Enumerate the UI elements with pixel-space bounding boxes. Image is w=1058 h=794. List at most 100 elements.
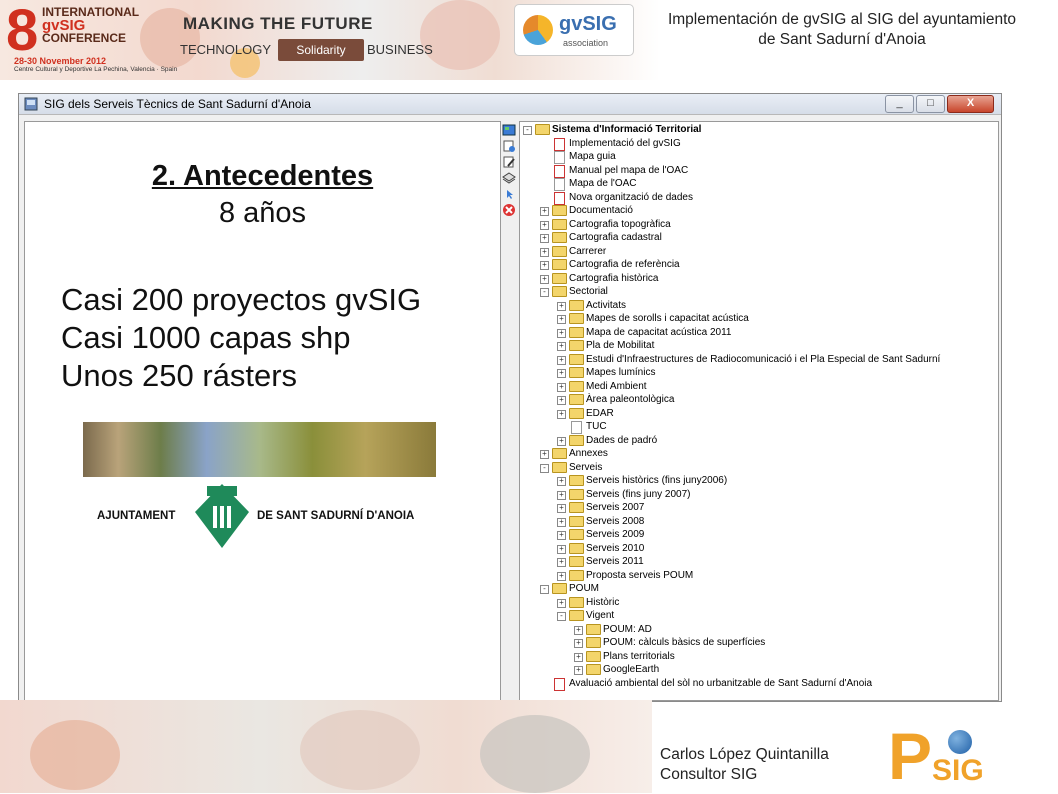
expand-icon[interactable]: + xyxy=(557,598,566,608)
folder-icon xyxy=(586,637,601,648)
map-view-icon[interactable] xyxy=(502,123,516,137)
expand-icon[interactable]: + xyxy=(557,490,566,500)
add-layer-icon[interactable] xyxy=(502,139,516,153)
psig-logo-sig: SIG xyxy=(932,754,984,787)
document-icon xyxy=(554,677,565,691)
tree-item-label: Nova organització de dades xyxy=(569,191,693,203)
expand-icon[interactable]: + xyxy=(540,274,549,284)
expand-icon[interactable]: + xyxy=(574,652,583,662)
folder-icon xyxy=(569,542,584,554)
expand-icon[interactable]: + xyxy=(540,234,549,243)
tree-item-label: Serveis xyxy=(569,461,603,473)
conference-number: 8 xyxy=(6,0,39,63)
collapse-icon[interactable]: - xyxy=(557,612,566,621)
minimize-button[interactable]: _ xyxy=(885,95,914,113)
folder-icon xyxy=(569,340,584,351)
expand-icon[interactable]: + xyxy=(557,328,566,338)
folder-icon xyxy=(569,475,584,486)
slide-title: Implementación de gvSIG al SIG del ayunt… xyxy=(667,11,1017,48)
expand-icon[interactable]: + xyxy=(540,220,549,230)
tree-item-label: Proposta serveis POUM xyxy=(586,569,694,581)
tree-item-label: Cartografia històrica xyxy=(569,272,659,284)
expand-icon[interactable]: + xyxy=(574,666,583,675)
expand-icon[interactable]: + xyxy=(557,409,566,419)
folder-icon xyxy=(569,380,584,392)
maximize-button[interactable]: □ xyxy=(916,95,945,113)
expand-icon[interactable]: + xyxy=(557,477,566,486)
collapse-icon[interactable]: - xyxy=(540,463,549,473)
expand-icon[interactable]: + xyxy=(557,558,566,567)
tree-item-label: Sistema d'Informació Territorial xyxy=(552,124,702,135)
expand-icon[interactable]: + xyxy=(557,571,566,581)
window-titlebar[interactable]: SIG dels Serveis Tècnics de Sant Sadurní… xyxy=(19,94,1001,115)
conference-venue: Centre Cultural y Deportive La Pechina, … xyxy=(14,66,178,73)
layers-stack-icon[interactable] xyxy=(502,171,516,185)
expand-icon[interactable]: + xyxy=(557,531,566,540)
folder-icon xyxy=(569,434,584,446)
tree-item-label: EDAR xyxy=(586,407,614,419)
author-block: Carlos López Quintanilla Consultor SIG xyxy=(660,745,829,785)
expand-icon[interactable]: + xyxy=(557,355,566,365)
folder-icon xyxy=(569,529,584,540)
expand-icon[interactable]: + xyxy=(557,517,566,527)
expand-icon[interactable]: + xyxy=(557,436,566,446)
tree-item-label: Cartografia de referència xyxy=(569,259,680,270)
expand-icon[interactable]: + xyxy=(557,315,566,324)
folder-icon xyxy=(569,556,584,567)
expand-icon[interactable]: + xyxy=(557,396,566,405)
close-button[interactable]: X xyxy=(947,95,994,113)
pointer-icon[interactable] xyxy=(502,187,516,201)
tree-item-label: Pla de Mobilitat xyxy=(586,340,655,351)
expand-icon[interactable]: + xyxy=(557,382,566,392)
collapse-icon[interactable]: - xyxy=(540,288,549,297)
folder-icon xyxy=(569,515,584,527)
expand-icon[interactable]: + xyxy=(557,342,566,351)
tree-item-label: Sectorial xyxy=(569,286,608,297)
remove-layer-icon[interactable] xyxy=(502,203,516,217)
folder-icon xyxy=(552,232,567,243)
expand-icon[interactable]: + xyxy=(540,207,549,216)
stat-line: Casi 1000 capas shp xyxy=(61,320,351,355)
document-icon xyxy=(554,151,565,164)
tree-item-label: Annexes xyxy=(569,448,608,459)
expand-icon[interactable]: + xyxy=(557,369,566,378)
expand-icon[interactable]: + xyxy=(540,247,549,257)
tree-item-label: Serveis 2007 xyxy=(586,502,645,513)
folder-icon xyxy=(586,664,601,675)
app-icon xyxy=(24,97,38,111)
collapse-icon[interactable]: - xyxy=(523,126,532,135)
expand-icon[interactable]: + xyxy=(557,504,566,513)
tree-item-label: Serveis històrics (fins juny2006) xyxy=(586,475,728,486)
slogan-solidarity: Solidarity xyxy=(278,39,364,61)
tree-item-label: Estudi d'Infraestructures de Radiocomuni… xyxy=(586,353,941,365)
layer-tree: - Sistema d'Informació Territorial Impleme… xyxy=(519,121,999,701)
app-window: SIG dels Serveis Tècnics de Sant Sadurní… xyxy=(18,93,1002,702)
tree-item-label: Serveis 2010 xyxy=(586,542,645,554)
expand-icon[interactable]: + xyxy=(574,639,583,648)
folder-icon xyxy=(569,502,584,513)
document-icon xyxy=(571,421,582,434)
folder-icon xyxy=(569,313,584,324)
slogan-business: BUSINESS xyxy=(367,42,433,57)
tree-item-label: Serveis 2008 xyxy=(586,515,645,527)
tree-item-label: Dades de padró xyxy=(586,434,658,446)
edit-layer-icon[interactable] xyxy=(502,155,516,169)
expand-icon[interactable]: + xyxy=(540,261,549,270)
tree-item-label: POUM xyxy=(569,583,599,594)
years-text: 8 años xyxy=(218,197,307,229)
expand-icon[interactable]: + xyxy=(574,625,583,635)
author-role: Consultor SIG xyxy=(660,766,758,783)
expand-icon[interactable]: + xyxy=(557,301,566,311)
tree-item-label: Plans territorials xyxy=(603,650,675,662)
collapse-icon[interactable]: - xyxy=(540,585,549,594)
slide-header: 8 INTERNATIONAL gvSIG CONFERENCE 28-30 N… xyxy=(0,0,1058,92)
tree-item-label: Mapes de sorolls i capacitat acústica xyxy=(586,313,749,324)
coat-of-arms-icon xyxy=(195,484,249,548)
psig-logo: P SIG xyxy=(888,719,1004,793)
tree-item-label: Serveis (fins juny 2007) xyxy=(586,488,691,500)
expand-icon[interactable]: + xyxy=(557,544,566,554)
folder-icon xyxy=(552,205,567,216)
document-icon xyxy=(554,191,565,205)
expand-icon[interactable]: + xyxy=(540,450,549,459)
folder-icon xyxy=(552,218,567,230)
